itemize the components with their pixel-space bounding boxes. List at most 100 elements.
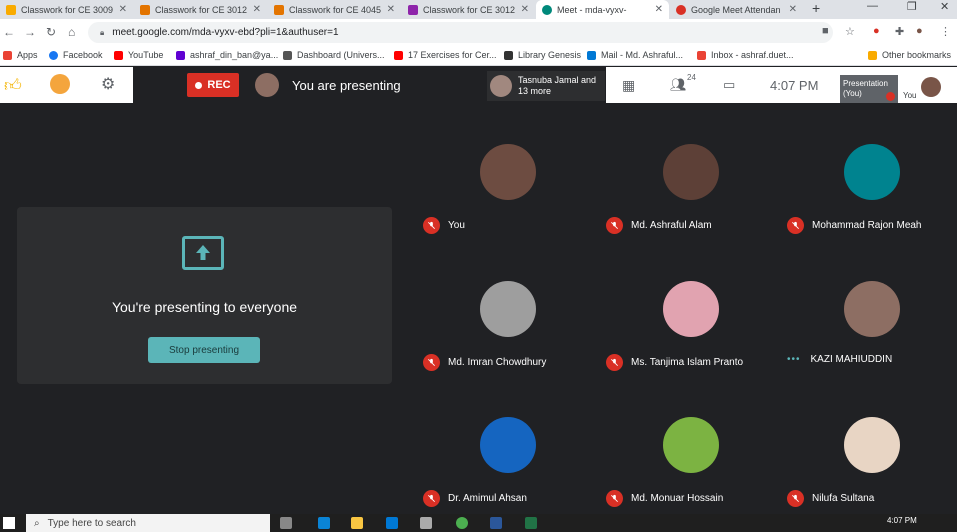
tab-meet[interactable]: Meet - mda-vyxv- ✕: [536, 0, 669, 19]
presenting-card: You're presenting to everyone Stop prese…: [17, 207, 392, 384]
back-icon[interactable]: ←: [3, 25, 15, 39]
tab-classwork-ce-4045[interactable]: Classwork for CE 4045 ✕: [268, 0, 401, 19]
people-icon[interactable]: 👥︎: [670, 77, 687, 93]
avatar: [663, 144, 719, 200]
avatar: [490, 75, 512, 97]
participant-tile[interactable]: Mohammad Rajon Meah: [782, 103, 957, 239]
star-icon[interactable]: ☆: [845, 25, 855, 38]
participant-tile[interactable]: Md. Ashraful Alam: [601, 103, 781, 239]
bookmark-library-genesis[interactable]: Library Genesis: [504, 50, 581, 60]
mic-off-icon: [423, 354, 440, 371]
tab-classwork-ce-3012[interactable]: Classwork for CE 3012 ✕: [134, 0, 267, 19]
layout-grid-icon[interactable]: ▦: [622, 77, 635, 94]
bookmark-outlook-mail[interactable]: Mail - Md. Ashraful...: [587, 50, 683, 60]
store-icon[interactable]: [420, 517, 432, 529]
maximize-icon[interactable]: ❐: [907, 0, 917, 13]
raise-hand-icon[interactable]: [50, 74, 70, 94]
bookmark-apps[interactable]: Apps: [3, 50, 38, 60]
profile-avatar-icon[interactable]: ●: [916, 25, 923, 37]
bookmark-youtube[interactable]: YouTube: [114, 50, 163, 60]
participant-tile[interactable]: Nilufa Sultana: [782, 376, 957, 512]
tab-classwork-ce-3012-b[interactable]: Classwork for CE 3012 ✕: [402, 0, 535, 19]
task-view-icon[interactable]: [280, 517, 292, 529]
participant-tile[interactable]: Ms. Tanjima Islam Pranto: [601, 240, 781, 376]
avatar: [663, 417, 719, 473]
bookmark-yahoo-mail[interactable]: ashraf_din_ban@ya...: [176, 50, 278, 60]
presenting-message: You're presenting to everyone: [111, 299, 298, 315]
edge-icon[interactable]: [318, 517, 330, 529]
classroom-icon: [6, 4, 16, 15]
participant-tile[interactable]: Md. Imran Chowdhury: [418, 240, 598, 376]
stop-presenting-button[interactable]: Stop presenting: [148, 337, 260, 363]
participant-tile[interactable]: Md. Monuar Hossain: [601, 376, 781, 512]
close-icon[interactable]: ✕: [655, 4, 663, 15]
close-window-icon[interactable]: ✕: [940, 0, 949, 13]
thumbs-up-icon[interactable]: 👍︎: [4, 75, 22, 96]
self-view-label: You: [903, 91, 917, 100]
extension-icon[interactable]: ●: [873, 25, 880, 37]
close-icon[interactable]: ✕: [253, 4, 261, 15]
search-icon: ⌕: [34, 517, 40, 529]
avatar: [480, 144, 536, 200]
self-view-avatar[interactable]: [921, 77, 941, 97]
meet-icon: [542, 4, 552, 15]
settings-gear-icon[interactable]: ⚙: [101, 74, 115, 94]
participant-tile[interactable]: You: [418, 103, 598, 239]
yahoo-mail-icon: [176, 50, 185, 60]
avatar: [844, 281, 900, 337]
file-explorer-icon[interactable]: [351, 517, 363, 529]
tab-meet-attendance[interactable]: Google Meet Attendan ✕: [670, 0, 803, 19]
windows-start-icon[interactable]: [3, 517, 15, 529]
puzzle-icon[interactable]: ✚: [895, 25, 904, 38]
bookmark-other[interactable]: Other bookmarks: [868, 50, 951, 60]
classroom-icon: [408, 4, 418, 15]
presenter-avatar: [255, 73, 279, 97]
close-icon[interactable]: ✕: [119, 4, 127, 15]
library-icon: [504, 50, 513, 60]
taskbar-clock: 4:07 PM: [887, 516, 917, 525]
mail-icon[interactable]: [386, 517, 398, 529]
meet-left-controls: 👍︎ ⚙: [0, 67, 133, 103]
youtube-icon: [114, 50, 123, 60]
address-row: ← → ↻ ⌂ 🔒︎ meet.google.com/mda-vyxv-ebd?…: [0, 19, 957, 46]
minimize-icon[interactable]: —: [867, 0, 878, 12]
participant-tile[interactable]: ••• KAZI MAHIUDDIN: [782, 240, 957, 376]
address-bar[interactable]: 🔒︎ meet.google.com/mda-vyxv-ebd?pli=1&au…: [88, 22, 833, 43]
facebook-icon: [49, 50, 58, 60]
avatar: [480, 281, 536, 337]
camera-icon[interactable]: ■: [822, 25, 829, 37]
participant-name: Dr. Amimul Ahsan: [423, 490, 527, 507]
bookmark-exercises[interactable]: 17 Exercises for Cer...: [394, 50, 497, 60]
word-icon[interactable]: [490, 517, 502, 529]
reload-icon[interactable]: ↻: [46, 25, 56, 39]
mic-off-icon: [606, 217, 623, 234]
forward-icon[interactable]: →: [24, 25, 36, 39]
bookmark-gmail-inbox[interactable]: Inbox - ashraf.duet...: [697, 50, 794, 60]
record-dot-icon: [195, 81, 203, 89]
excel-icon[interactable]: [525, 517, 537, 529]
participant-name: ••• KAZI MAHIUDDIN: [787, 354, 893, 365]
close-icon[interactable]: ✕: [387, 4, 395, 15]
close-icon[interactable]: ✕: [789, 4, 797, 15]
mic-off-icon: [423, 217, 440, 234]
apps-grid-icon: [3, 50, 12, 60]
chrome-icon[interactable]: [456, 517, 468, 529]
meet-clock: 4:07 PM: [770, 78, 819, 93]
new-tab-button[interactable]: +: [812, 0, 820, 16]
home-icon[interactable]: ⌂: [68, 25, 75, 39]
extension-icon: [676, 4, 686, 15]
bookmark-facebook[interactable]: Facebook: [49, 50, 103, 60]
participant-tile[interactable]: Dr. Amimul Ahsan: [418, 376, 598, 512]
participant-count: 24: [687, 73, 696, 82]
mic-off-icon: [423, 490, 440, 507]
menu-icon[interactable]: ⋮: [940, 25, 951, 38]
browser-tab-strip: Classwork for CE 3009 ✕ Classwork for CE…: [0, 0, 957, 19]
avatar: [480, 417, 536, 473]
tab-classwork-ce-3009[interactable]: Classwork for CE 3009 ✕: [0, 0, 133, 19]
participants-preview[interactable]: Tasnuba Jamal and 13 more: [487, 71, 605, 101]
taskbar-search[interactable]: ⌕ Type here to search: [26, 514, 270, 532]
bookmark-dashboard[interactable]: Dashboard (Univers...: [283, 50, 385, 60]
close-icon[interactable]: ✕: [521, 4, 529, 15]
chat-icon[interactable]: ▭: [723, 77, 735, 93]
avatar: [663, 281, 719, 337]
